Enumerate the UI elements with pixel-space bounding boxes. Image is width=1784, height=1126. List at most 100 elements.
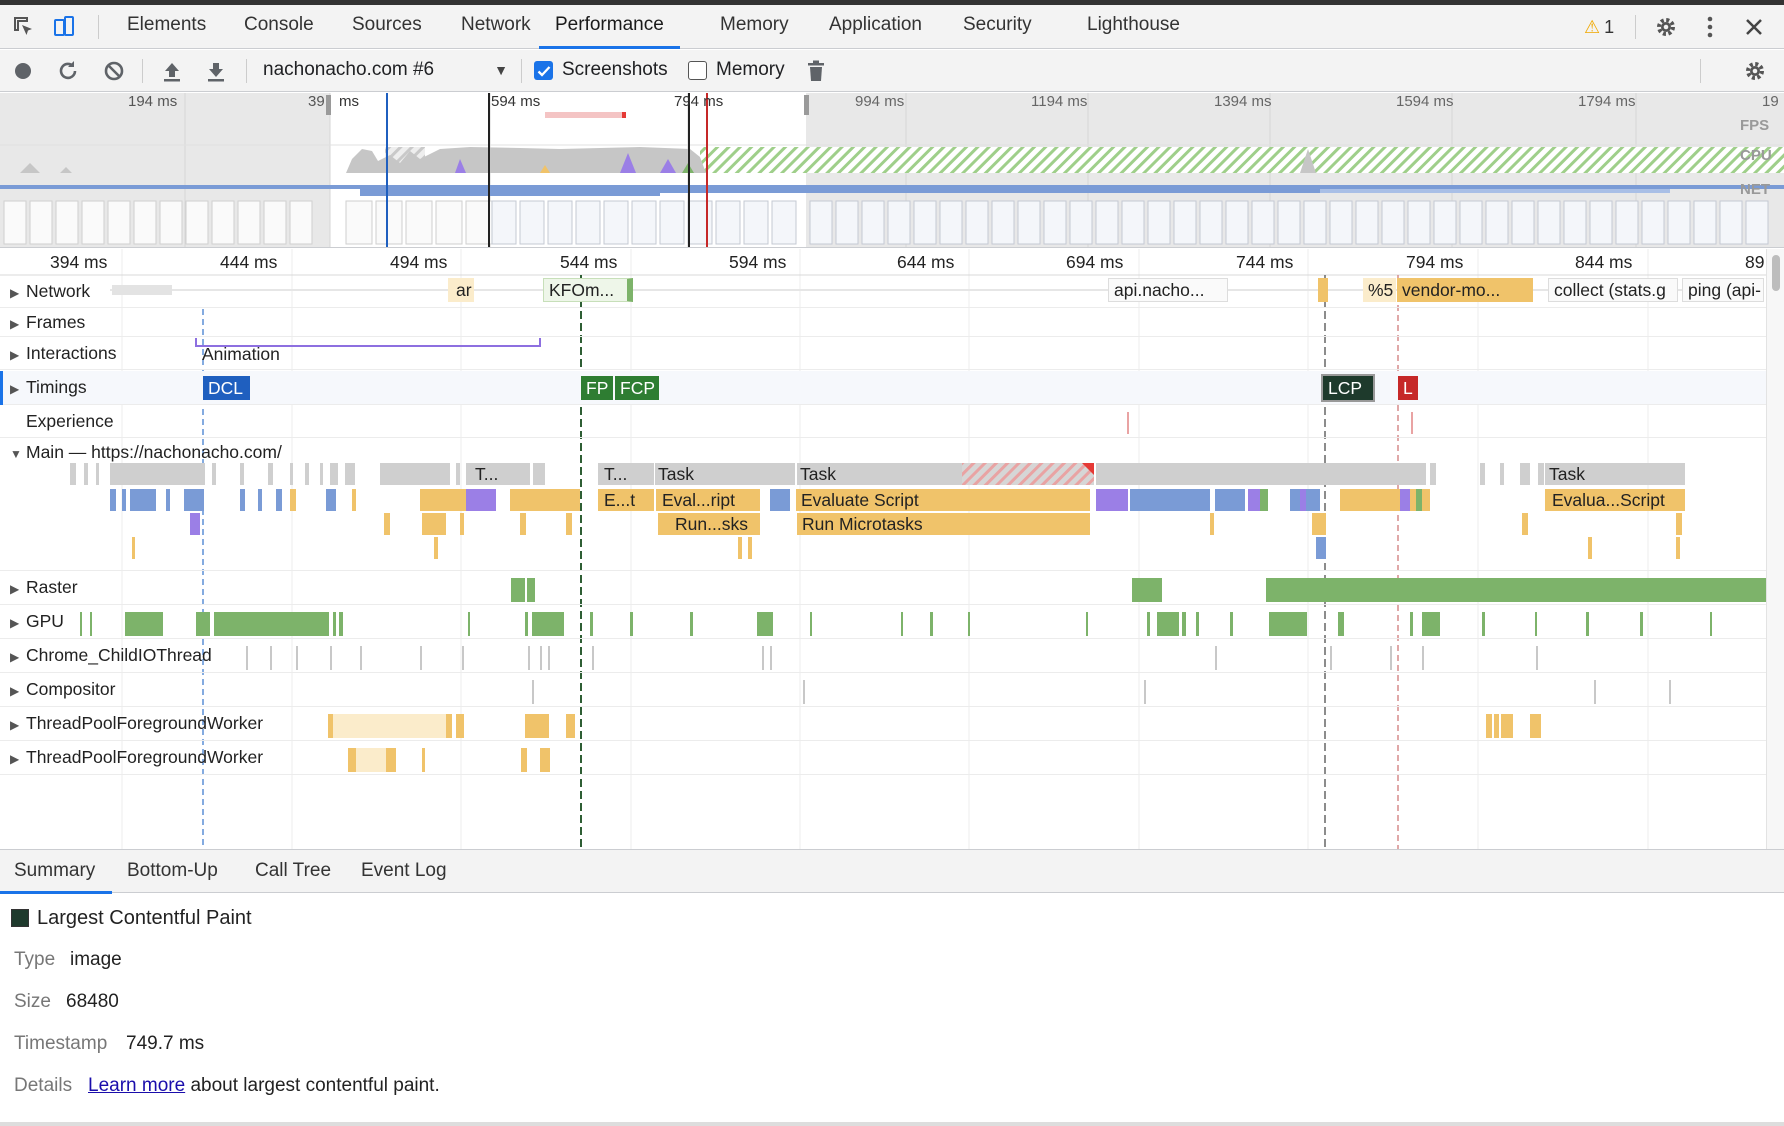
ruler-tick: 544 ms: [560, 252, 618, 272]
experience-track[interactable]: Experience: [0, 406, 1766, 438]
layout-shift-marker[interactable]: [1127, 412, 1129, 434]
close-devtools-icon[interactable]: [1740, 13, 1768, 41]
tab-event-log[interactable]: Event Log: [361, 850, 447, 894]
clear-icon[interactable]: [102, 60, 126, 82]
dcl-marker[interactable]: DCL: [203, 376, 250, 400]
network-request-bar[interactable]: %5: [1363, 278, 1396, 302]
settings-gear-icon[interactable]: [1652, 13, 1680, 41]
main-thread-track[interactable]: ▼ Main — https://nachonacho.com/ T... T.…: [0, 439, 1766, 571]
network-request-bar[interactable]: ar: [448, 278, 474, 302]
expand-arrow-icon: ▶: [10, 317, 20, 331]
interactions-track-label[interactable]: ▶ Interactions: [10, 343, 116, 364]
load-marker[interactable]: L: [1398, 376, 1418, 400]
long-task-bar[interactable]: Task: [795, 463, 958, 485]
lcp-marker[interactable]: LCP: [1321, 374, 1375, 402]
network-track-label[interactable]: ▶ Network: [10, 281, 90, 302]
frames-track-label[interactable]: ▶ Frames: [10, 312, 85, 333]
compositor-track[interactable]: ▶ Compositor: [0, 674, 1766, 707]
timestamp-label: Timestamp: [14, 1033, 108, 1054]
type-label: Type: [14, 949, 56, 970]
network-request-bar[interactable]: api.nacho...: [1108, 278, 1228, 302]
timings-track-label[interactable]: ▶ Timings: [10, 377, 87, 398]
timeline-overview[interactable]: 194 ms 39 ms 594 ms 794 ms 994 ms 1194 m…: [0, 93, 1784, 248]
tab-console[interactable]: Console: [244, 5, 314, 49]
fp-marker[interactable]: FP: [581, 376, 613, 400]
evaluate-script-bar[interactable]: Eval...ript: [657, 489, 759, 511]
layout-shift-marker[interactable]: [1411, 412, 1413, 434]
toolbar-separator: [246, 59, 247, 83]
ruler-tick: 89: [1745, 252, 1765, 272]
net-label: NET: [1740, 181, 1770, 198]
network-request-bar[interactable]: ping (api-: [1682, 278, 1764, 302]
learn-more-link[interactable]: Learn more: [88, 1075, 185, 1096]
task-bar[interactable]: T...: [470, 463, 530, 485]
raster-track[interactable]: ▶ Raster: [0, 572, 1766, 605]
tab-bottom-up[interactable]: Bottom-Up: [127, 850, 218, 894]
tab-lighthouse[interactable]: Lighthouse: [1087, 5, 1180, 49]
fcp-marker[interactable]: FCP: [615, 376, 659, 400]
frames-track[interactable]: ▶ Frames: [0, 309, 1766, 337]
tab-sources[interactable]: Sources: [352, 5, 422, 49]
scrollbar-thumb[interactable]: [1772, 255, 1780, 291]
network-request-bar: [1318, 278, 1328, 302]
size-label: Size: [14, 991, 51, 1012]
overview-tick: 794 ms: [674, 93, 724, 110]
tab-summary[interactable]: Summary: [0, 850, 112, 894]
interactions-track[interactable]: ▶ Interactions Animation: [0, 338, 1766, 370]
run-microtasks-bar[interactable]: Run...sks: [670, 513, 760, 535]
timings-track[interactable]: ▶ Timings DCL FP FCP LCP L: [0, 371, 1766, 405]
tab-memory[interactable]: Memory: [720, 5, 789, 49]
network-request-bar[interactable]: collect (stats.g: [1548, 278, 1678, 302]
threadpool-worker-track[interactable]: ▶ ThreadPoolForegroundWorker: [0, 708, 1766, 741]
more-options-icon[interactable]: [1698, 13, 1722, 41]
evaluate-script-bar[interactable]: Evalua...Script: [1547, 489, 1685, 511]
run-microtasks-bar[interactable]: Run Microtasks: [797, 513, 1089, 535]
task-bar[interactable]: T...: [599, 463, 649, 485]
gpu-track[interactable]: ▶ GPU: [0, 606, 1766, 639]
capture-settings-gear-icon[interactable]: [1741, 57, 1769, 85]
summary-size-row: Size 68480: [14, 991, 119, 1013]
device-toolbar-icon[interactable]: [50, 13, 78, 41]
profile-select[interactable]: nachonacho.com #6 ▼: [263, 50, 508, 92]
inspect-element-icon[interactable]: [10, 13, 38, 41]
tab-security[interactable]: Security: [963, 5, 1032, 49]
screenshots-checkbox[interactable]: [534, 61, 553, 80]
reload-profile-icon[interactable]: [56, 60, 80, 82]
flame-chart[interactable]: 394 ms 444 ms 494 ms 544 ms 594 ms 644 m…: [0, 249, 1784, 849]
evaluate-script-bar[interactable]: E...t: [599, 489, 653, 511]
overview-tick: 1794 ms: [1578, 93, 1636, 110]
dropdown-arrow-icon: ▼: [494, 62, 508, 78]
tab-elements[interactable]: Elements: [127, 5, 206, 49]
memory-label[interactable]: Memory: [716, 50, 785, 90]
tab-call-tree[interactable]: Call Tree: [255, 850, 331, 894]
task-bar[interactable]: Task: [653, 463, 791, 485]
cpu-label: CPU: [1740, 147, 1772, 164]
screenshots-label[interactable]: Screenshots: [562, 50, 668, 90]
ruler-tick: 844 ms: [1575, 252, 1633, 272]
devtools-tab-bar: Elements Console Sources Network Perform…: [0, 5, 1784, 49]
warnings-button[interactable]: ⚠ 1: [1584, 15, 1614, 39]
summary-title: Largest Contentful Paint: [37, 907, 252, 929]
task-bar[interactable]: Task: [1544, 463, 1684, 485]
tab-performance[interactable]: Performance: [539, 5, 680, 49]
timings-selected-indicator: [0, 371, 3, 405]
tab-application[interactable]: Application: [829, 5, 922, 49]
gpu-activity: [80, 612, 1712, 636]
child-io-thread-track[interactable]: ▶ Chrome_ChildIOThread: [0, 640, 1766, 673]
overview-tick: 1394 ms: [1214, 93, 1272, 110]
memory-checkbox[interactable]: [688, 61, 707, 80]
expand-arrow-icon: ▶: [10, 382, 20, 396]
flame-scrollbar[interactable]: [1766, 249, 1784, 849]
load-profile-icon[interactable]: [160, 60, 184, 82]
garbage-collect-icon[interactable]: [804, 59, 828, 83]
network-request-bar[interactable]: KFOm...: [543, 278, 633, 302]
network-request-bar[interactable]: vendor-mo...: [1397, 278, 1533, 302]
evaluate-script-bar[interactable]: Evaluate Script: [796, 489, 1088, 511]
tab-network[interactable]: Network: [461, 5, 531, 49]
threadpool-worker-track[interactable]: ▶ ThreadPoolForegroundWorker: [0, 742, 1766, 775]
overview-tick: 994 ms: [855, 93, 905, 110]
network-track[interactable]: ▶ Network ar KFOm... api.nacho... %5 vend…: [0, 276, 1766, 308]
record-icon[interactable]: [12, 60, 34, 82]
save-profile-icon[interactable]: [204, 60, 228, 82]
ruler-tick: 794 ms: [1406, 252, 1464, 272]
